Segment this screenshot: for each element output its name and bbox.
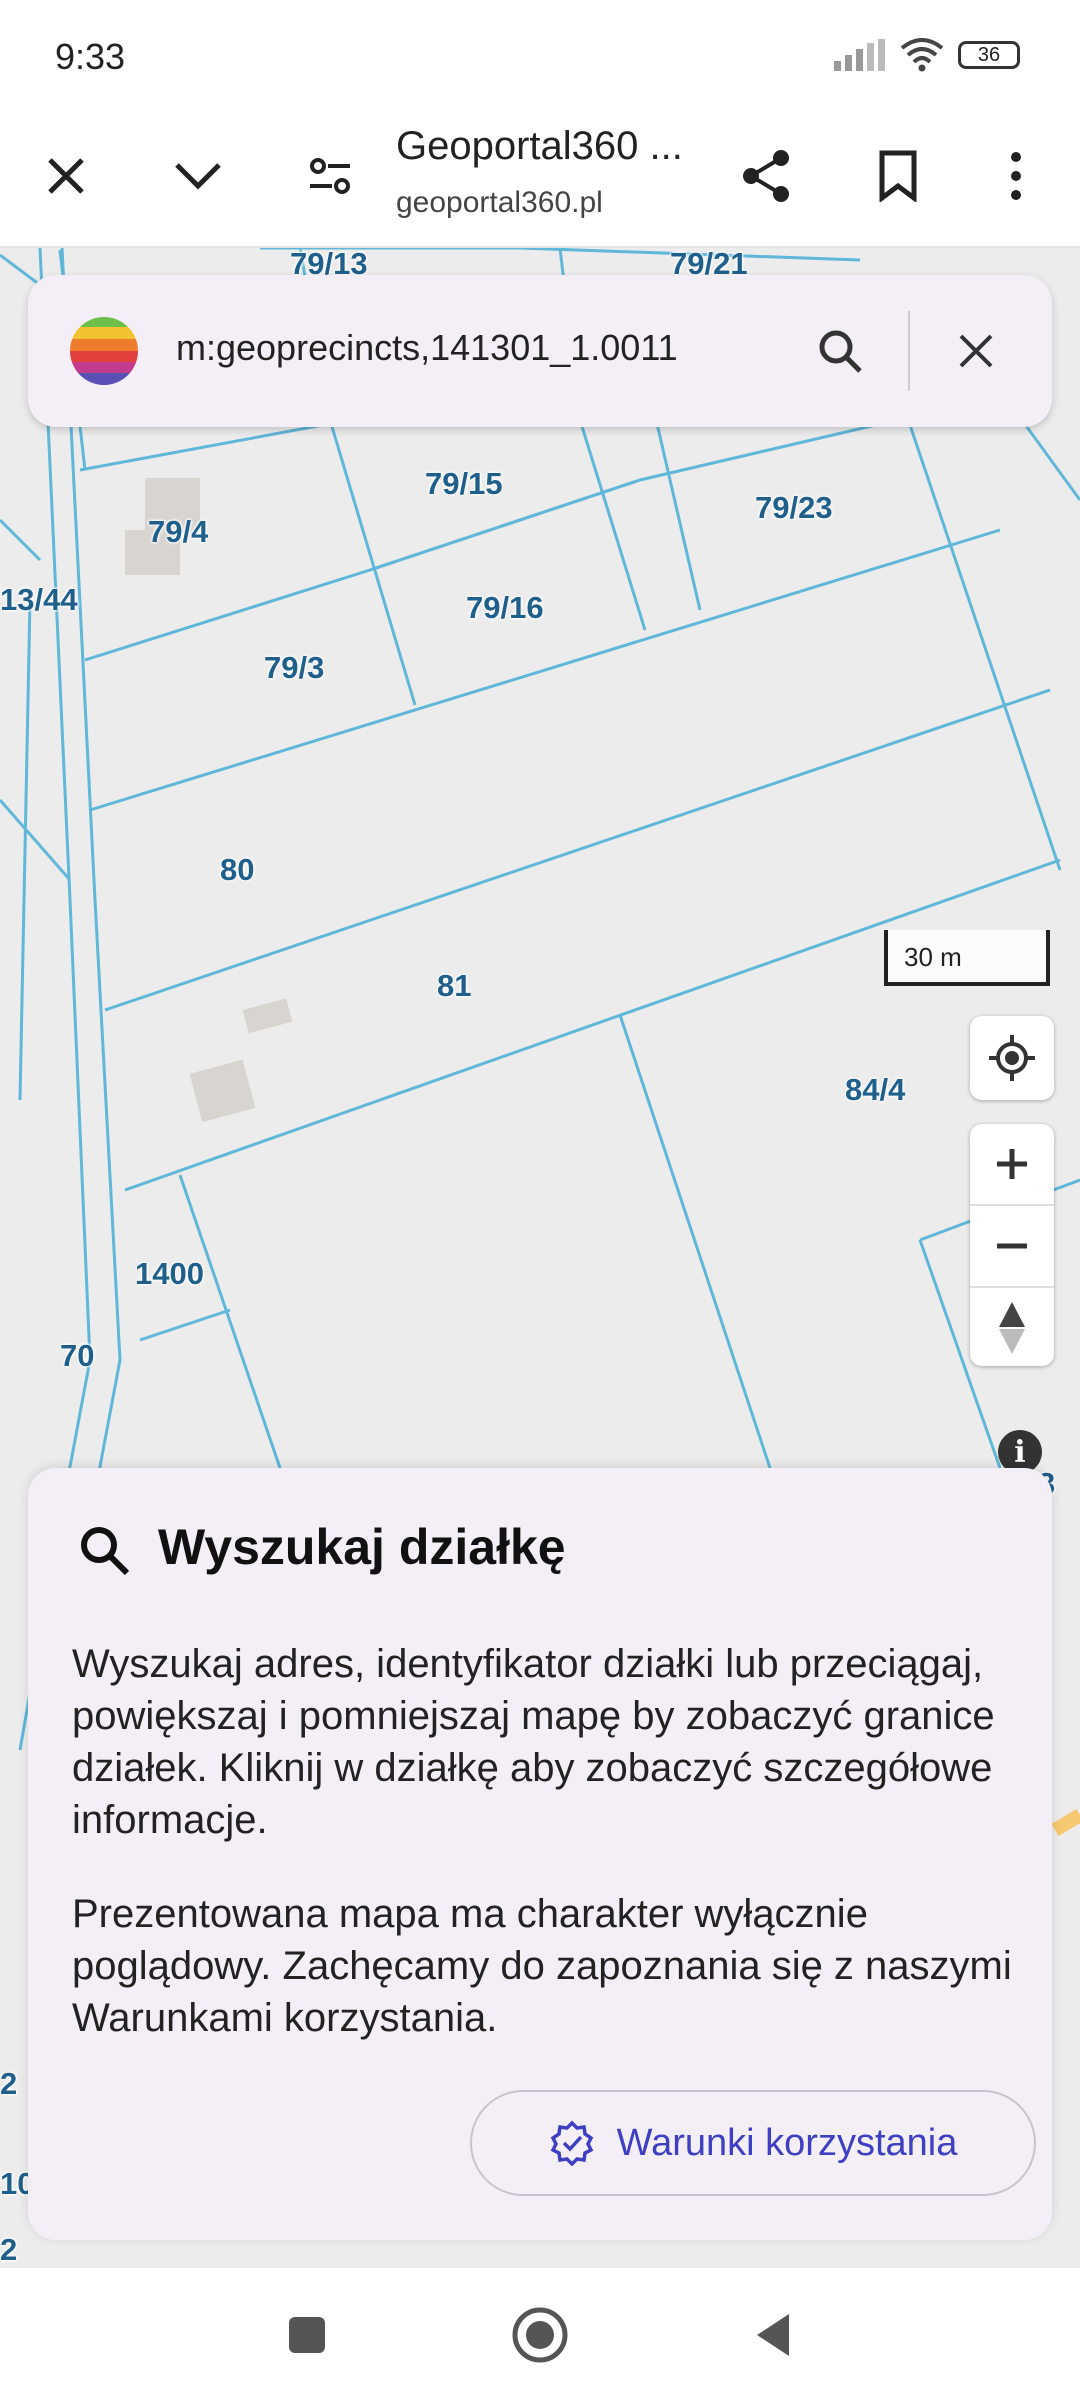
search-button[interactable]	[804, 315, 876, 387]
sheet-description: Wyszukaj adres, identyfikator działki lu…	[72, 1642, 995, 1842]
my-location-icon	[989, 1035, 1035, 1081]
parcel-label[interactable]: 13/44	[0, 582, 78, 618]
site-settings-button[interactable]	[294, 140, 366, 212]
browser-toolbar: Geoportal360 ... geoportal360.pl	[0, 110, 1080, 248]
map-scale: 30 m	[884, 930, 1050, 986]
back-triangle-icon	[757, 2314, 789, 2356]
parcel-label[interactable]: 79/15	[425, 466, 503, 502]
info-bottom-sheet: Wyszukaj działkę Wyszukaj adres, identyf…	[28, 1468, 1052, 2240]
bookmark-button[interactable]	[862, 140, 934, 212]
divider	[908, 311, 910, 391]
sheet-disclaimer: Prezentowana mapa ma charakter wyłącznie…	[72, 1892, 1012, 2040]
geoportal-logo	[70, 317, 138, 385]
parcel-label[interactable]: 1400	[135, 1256, 204, 1292]
bookmark-icon	[879, 150, 917, 202]
parcel-label[interactable]: 79/16	[466, 590, 544, 626]
parcel-label[interactable]: 2	[0, 2232, 17, 2268]
search-icon	[72, 1518, 136, 1582]
clear-search-button[interactable]	[940, 315, 1012, 387]
parcel-label[interactable]: 84/4	[845, 1072, 905, 1108]
plus-icon	[997, 1149, 1027, 1179]
close-icon	[48, 158, 84, 194]
battery-level: 36	[977, 43, 1001, 66]
search-bar: m:geoprecincts,141301_1.0011	[28, 275, 1052, 427]
wifi-icon	[900, 38, 944, 72]
more-options-button[interactable]	[980, 140, 1052, 212]
search-input[interactable]: m:geoprecincts,141301_1.0011	[176, 327, 678, 369]
battery-indicator: 36	[958, 41, 1020, 69]
terms-of-use-button[interactable]: Warunki korzystania	[470, 2090, 1036, 2196]
search-icon	[819, 330, 862, 373]
status-icons: 36	[834, 38, 1020, 72]
signal-icon	[834, 39, 885, 71]
page-title[interactable]: Geoportal360 ...	[396, 124, 683, 169]
clock: 9:33	[55, 36, 126, 77]
recents-button[interactable]	[272, 2300, 342, 2370]
locate-button[interactable]	[970, 1016, 1054, 1100]
minus-icon	[997, 1243, 1027, 1249]
compass-button[interactable]	[970, 1288, 1054, 1368]
zoom-in-button[interactable]	[970, 1124, 1054, 1206]
scale-label: 30 m	[904, 942, 962, 972]
zoom-controls	[970, 1124, 1054, 1366]
page-url[interactable]: geoportal360.pl	[396, 186, 603, 220]
parcel-label[interactable]: 79/4	[148, 514, 208, 550]
parcel-label[interactable]: 81	[437, 968, 471, 1004]
chevron-down-icon	[175, 163, 221, 190]
zoom-out-button[interactable]	[970, 1206, 1054, 1288]
parcel-label[interactable]: 79/3	[264, 650, 324, 686]
verified-badge-icon	[550, 2120, 593, 2166]
system-nav-bar	[0, 2270, 1080, 2400]
status-bar: 9:33 36	[0, 0, 1080, 110]
share-button[interactable]	[730, 140, 802, 212]
sheet-title: Wyszukaj działkę	[158, 1519, 566, 1575]
back-button[interactable]	[738, 2300, 808, 2370]
parcel-label[interactable]: 70	[60, 1338, 94, 1374]
tune-icon	[310, 158, 350, 194]
square-icon	[289, 2317, 325, 2353]
more-vert-icon	[1011, 152, 1021, 200]
home-circle-icon	[512, 2307, 568, 2363]
parcel-label[interactable]: 79/23	[755, 490, 833, 526]
close-tab-button[interactable]	[30, 140, 102, 212]
close-icon	[959, 334, 993, 368]
parcel-label[interactable]: 80	[220, 852, 254, 888]
compass-icon	[999, 1302, 1025, 1354]
terms-button-label: Warunki korzystania	[616, 2121, 958, 2164]
minimize-button[interactable]	[162, 140, 234, 212]
home-button[interactable]	[505, 2300, 575, 2370]
share-icon	[743, 150, 789, 202]
parcel-label[interactable]: 2	[0, 2066, 17, 2102]
